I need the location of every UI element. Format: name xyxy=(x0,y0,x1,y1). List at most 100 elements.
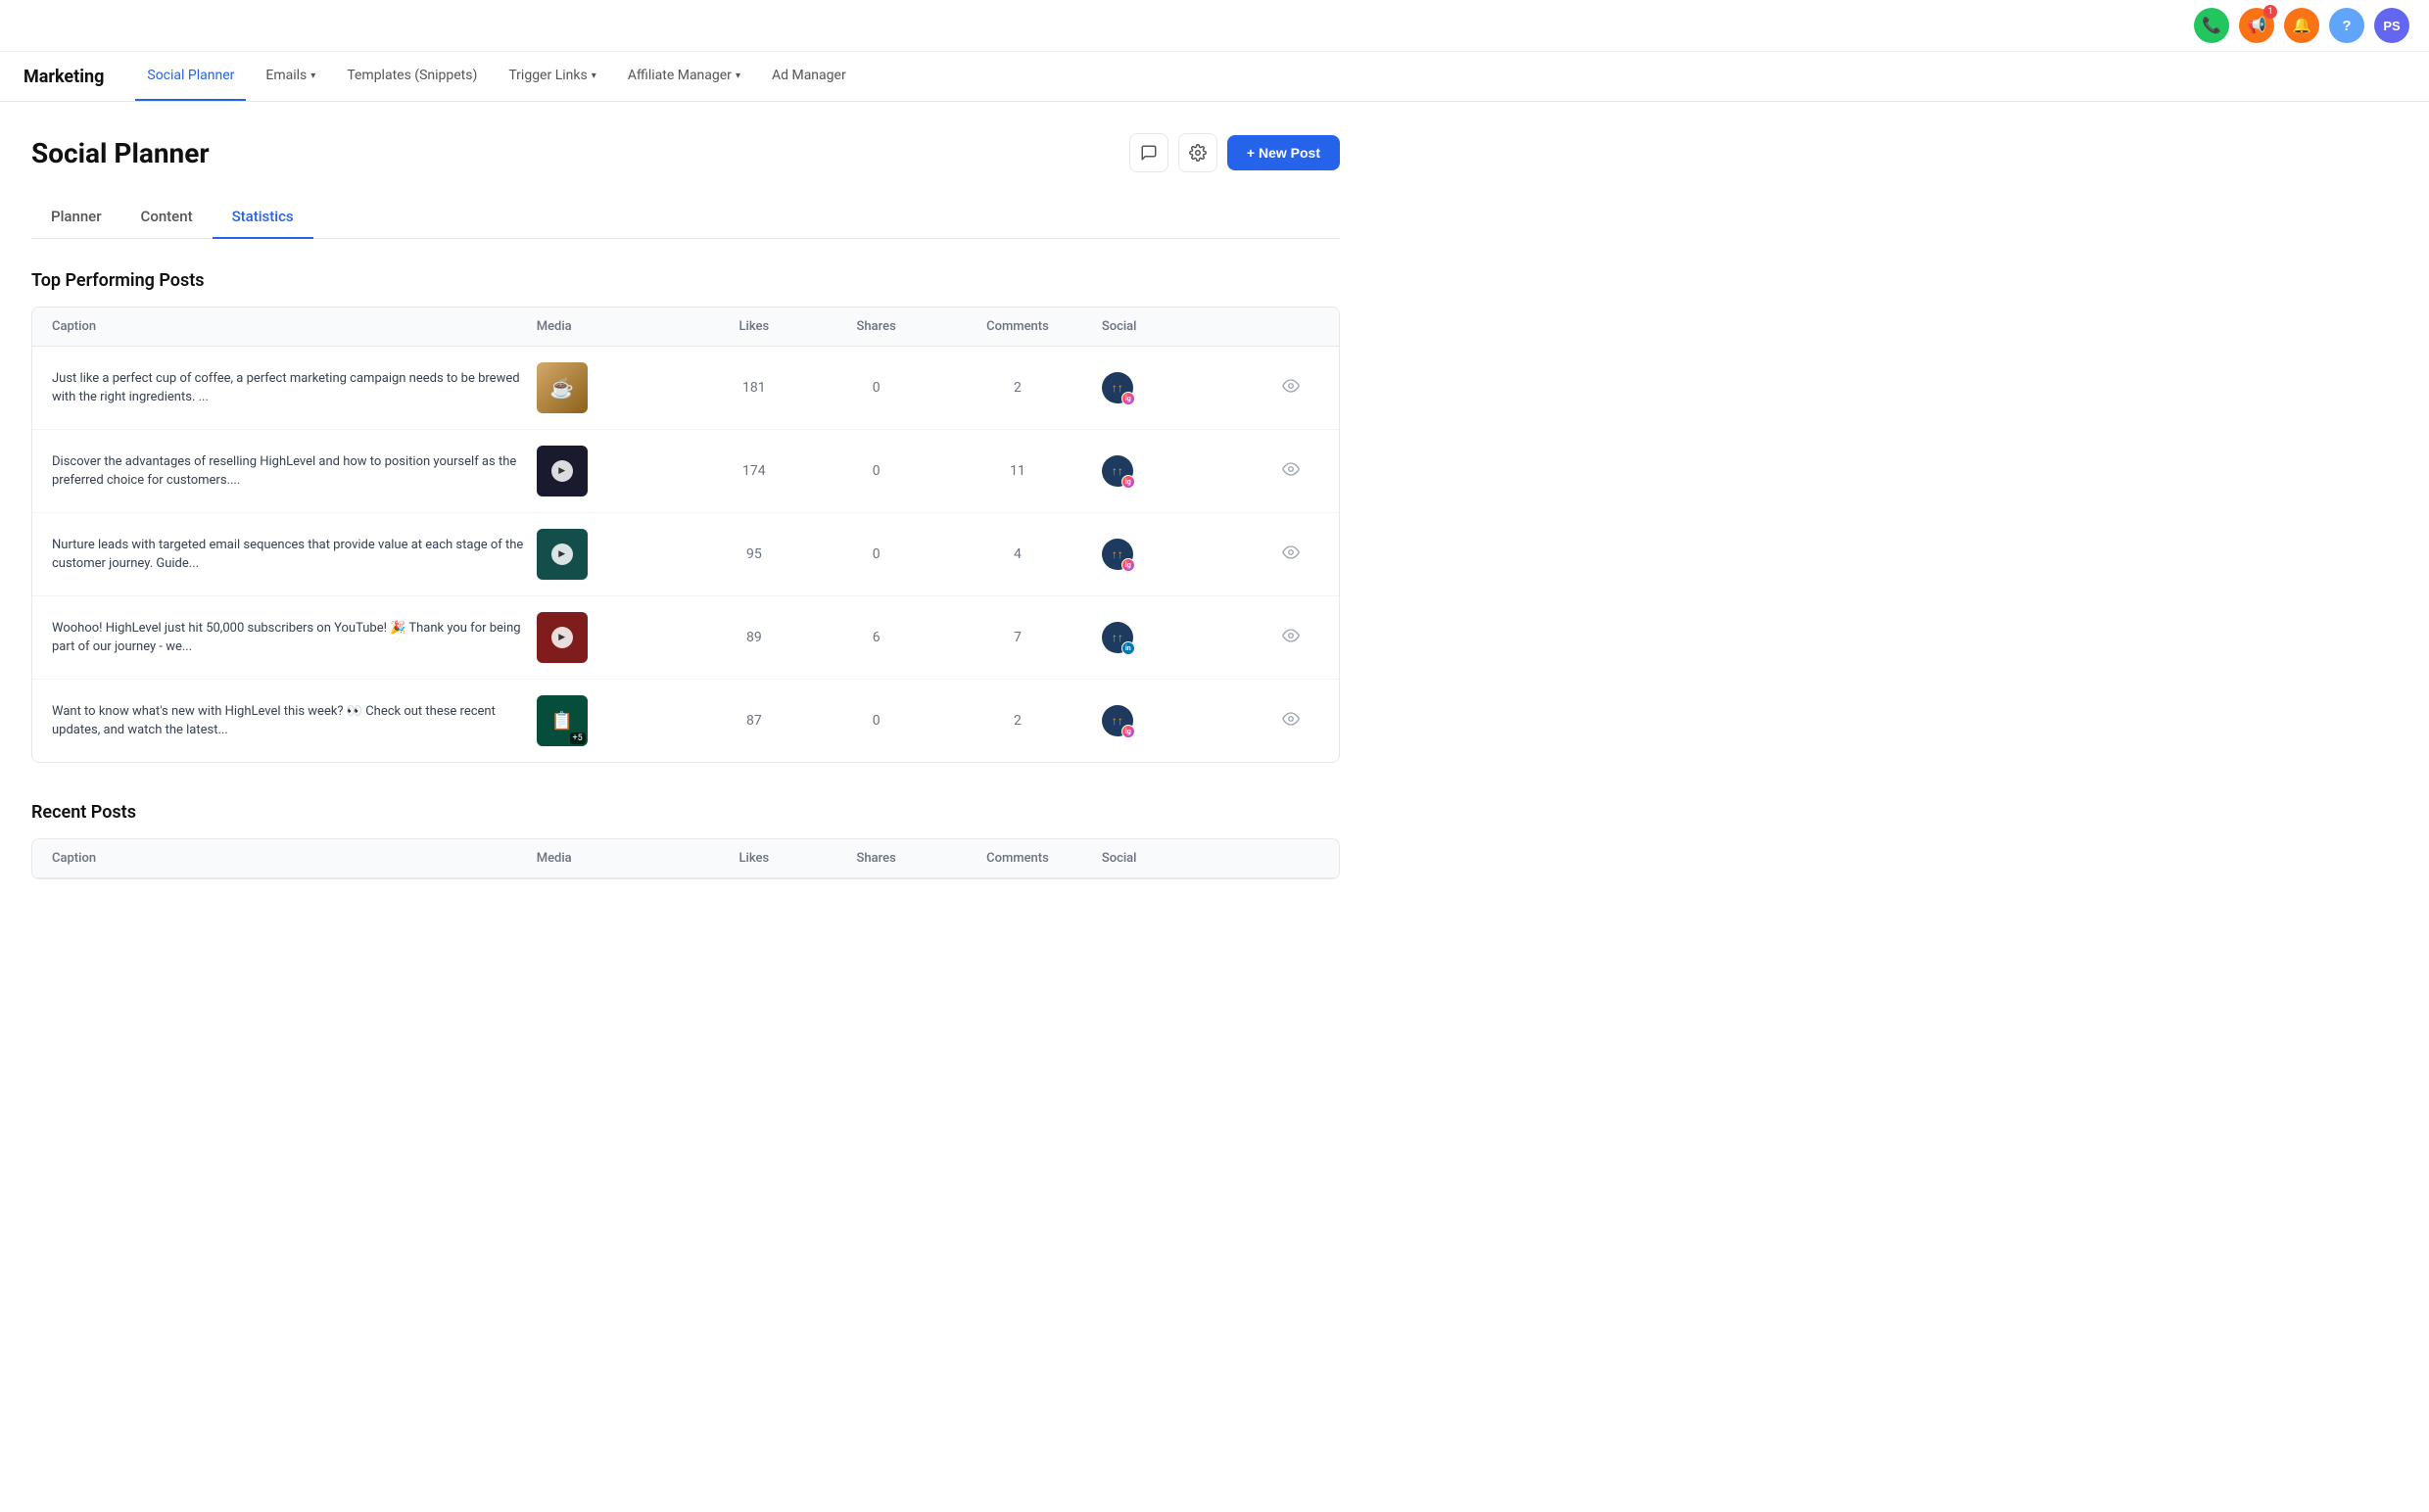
tab-statistics[interactable]: Statistics xyxy=(213,196,313,239)
plus-badge: +5 xyxy=(570,732,586,744)
nav-bar: Marketing Social Planner Emails ▾ Templa… xyxy=(0,52,2429,102)
table-header-top: Caption Media Likes Shares Comments Soci… xyxy=(32,307,1339,347)
social-cell: ↑↑ ig xyxy=(1102,705,1255,736)
table-header-recent: Caption Media Likes Shares Comments Soci… xyxy=(32,839,1339,878)
eye-icon xyxy=(1282,543,1300,561)
caption-text: Want to know what's new with HighLevel t… xyxy=(52,702,529,740)
shares-value: 0 xyxy=(819,463,933,479)
top-performing-title: Top Performing Posts xyxy=(31,270,1340,291)
media-thumbnail: 📋 +5 xyxy=(537,695,588,746)
comment-icon xyxy=(1140,144,1158,162)
col-caption: Caption xyxy=(52,319,529,334)
settings-button[interactable] xyxy=(1178,133,1217,172)
col-social: Social xyxy=(1102,319,1255,334)
caption-text: Nurture leads with targeted email sequen… xyxy=(52,536,529,574)
nav-brand: Marketing xyxy=(24,67,104,87)
col-caption: Caption xyxy=(52,851,529,866)
top-bar: 📞 📢 1 🔔 ? PS xyxy=(0,0,2429,52)
eye-icon xyxy=(1282,377,1300,395)
shares-value: 0 xyxy=(819,713,933,729)
table-row: Nurture leads with targeted email sequen… xyxy=(32,513,1339,596)
table-row: Discover the advantages of reselling Hig… xyxy=(32,430,1339,513)
caption-text: Discover the advantages of reselling Hig… xyxy=(52,452,529,491)
nav-trigger-links[interactable]: Trigger Links ▾ xyxy=(497,52,607,101)
media-thumbnail: ▶ xyxy=(537,529,588,580)
bell-btn-wrap: 🔔 xyxy=(2284,8,2319,43)
table-row: Woohoo! HighLevel just hit 50,000 subscr… xyxy=(32,596,1339,680)
social-platform-icon: ↑↑ ig xyxy=(1102,455,1133,487)
likes-value: 174 xyxy=(696,463,811,479)
top-performing-section: Top Performing Posts Caption Media Likes… xyxy=(31,270,1340,763)
comments-value: 7 xyxy=(941,630,1094,645)
comments-value: 2 xyxy=(941,380,1094,396)
nav-social-planner[interactable]: Social Planner xyxy=(135,52,246,101)
eye-icon xyxy=(1282,460,1300,478)
phone-btn-wrap: 📞 xyxy=(2194,8,2229,43)
affiliate-chevron: ▾ xyxy=(736,71,740,81)
header-actions: + New Post xyxy=(1129,133,1340,172)
comments-value: 4 xyxy=(941,546,1094,562)
social-platform-icon: ↑↑ ig xyxy=(1102,705,1133,736)
social-cell: ↑↑ ig xyxy=(1102,455,1255,487)
col-media: Media xyxy=(537,319,690,334)
media-thumbnail: ☕ xyxy=(537,362,588,413)
col-likes: Likes xyxy=(696,319,811,334)
megaphone-btn-wrap: 📢 1 xyxy=(2239,8,2274,43)
social-cell: ↑↑ ig xyxy=(1102,539,1255,570)
view-post-button[interactable] xyxy=(1262,377,1319,400)
new-post-button[interactable]: + New Post xyxy=(1227,135,1340,170)
likes-value: 181 xyxy=(696,380,811,396)
comments-value: 11 xyxy=(941,463,1094,479)
col-comments: Comments xyxy=(941,851,1094,866)
col-comments: Comments xyxy=(941,319,1094,334)
nav-ad-manager[interactable]: Ad Manager xyxy=(760,52,858,101)
nav-affiliate-manager[interactable]: Affiliate Manager ▾ xyxy=(616,52,752,101)
comments-value: 2 xyxy=(941,713,1094,729)
caption-text: Woohoo! HighLevel just hit 50,000 subscr… xyxy=(52,619,529,657)
page-header: Social Planner + New Post xyxy=(31,133,1340,172)
nav-emails[interactable]: Emails ▾ xyxy=(254,52,327,101)
view-post-button[interactable] xyxy=(1262,710,1319,732)
col-action xyxy=(1262,319,1319,334)
likes-value: 87 xyxy=(696,713,811,729)
likes-value: 89 xyxy=(696,630,811,645)
eye-icon xyxy=(1282,627,1300,644)
main-content: Social Planner + New Post Planner Conten… xyxy=(0,102,1371,950)
comment-button[interactable] xyxy=(1129,133,1168,172)
recent-posts-section: Recent Posts Caption Media Likes Shares … xyxy=(31,802,1340,879)
view-post-button[interactable] xyxy=(1262,543,1319,566)
social-platform-icon: ↑↑ ig xyxy=(1102,539,1133,570)
col-shares: Shares xyxy=(819,851,933,866)
nav-templates[interactable]: Templates (Snippets) xyxy=(335,52,489,101)
media-thumbnail: ▶ xyxy=(537,446,588,496)
avatar-button[interactable]: PS xyxy=(2374,8,2409,43)
view-post-button[interactable] xyxy=(1262,627,1319,649)
play-icon: ▶ xyxy=(551,543,573,565)
table-row: Just like a perfect cup of coffee, a per… xyxy=(32,347,1339,430)
shares-value: 0 xyxy=(819,380,933,396)
tab-content[interactable]: Content xyxy=(121,196,213,239)
emails-chevron: ▾ xyxy=(310,71,315,81)
shares-value: 6 xyxy=(819,630,933,645)
recent-posts-title: Recent Posts xyxy=(31,802,1340,823)
page-title: Social Planner xyxy=(31,137,210,169)
megaphone-badge: 1 xyxy=(2263,5,2277,19)
likes-value: 95 xyxy=(696,546,811,562)
tab-planner[interactable]: Planner xyxy=(31,196,121,239)
table-row: Want to know what's new with HighLevel t… xyxy=(32,680,1339,762)
gear-icon xyxy=(1189,144,1207,162)
eye-icon xyxy=(1282,710,1300,728)
play-icon: ▶ xyxy=(551,460,573,482)
phone-button[interactable]: 📞 xyxy=(2194,8,2229,43)
col-likes: Likes xyxy=(696,851,811,866)
help-button[interactable]: ? xyxy=(2329,8,2364,43)
instagram-sub-icon: ig xyxy=(1121,392,1135,405)
view-post-button[interactable] xyxy=(1262,460,1319,483)
col-social: Social xyxy=(1102,851,1255,866)
social-platform-icon: ↑↑ in xyxy=(1102,622,1133,653)
trigger-links-chevron: ▾ xyxy=(592,71,596,81)
shares-value: 0 xyxy=(819,546,933,562)
instagram-sub-icon: ig xyxy=(1121,475,1135,489)
bell-button[interactable]: 🔔 xyxy=(2284,8,2319,43)
col-shares: Shares xyxy=(819,319,933,334)
